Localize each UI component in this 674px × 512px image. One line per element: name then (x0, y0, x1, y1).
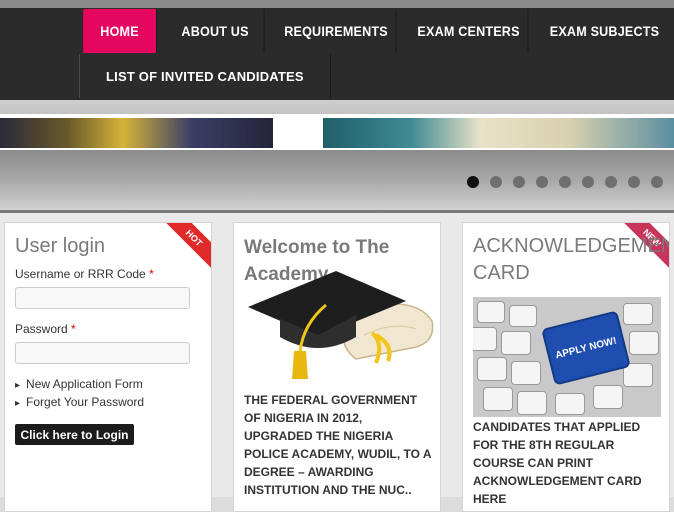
hot-badge: HOT (162, 223, 211, 270)
slider-dot[interactable] (651, 176, 663, 188)
username-input[interactable] (15, 287, 190, 309)
login-title: User login (15, 235, 106, 257)
nav-home[interactable]: HOME (83, 9, 157, 53)
username-label: Username or RRR Code * (15, 267, 154, 281)
slider-pagination (467, 176, 663, 188)
welcome-panel: Welcome to The Academy THE FEDERAL GOVER… (233, 222, 441, 512)
slider-image-left (0, 118, 273, 148)
new-application-link[interactable]: New Application Form (15, 377, 143, 391)
slider-dot[interactable] (582, 176, 594, 188)
slider-dot[interactable] (559, 176, 571, 188)
password-label: Password * (15, 322, 76, 336)
nav-list-of-invited-candidates[interactable]: LIST OF INVITED CANDIDATES (79, 54, 331, 98)
welcome-text: THE FEDERAL GOVERNMENT OF NIGERIA IN 201… (244, 393, 432, 497)
nav-about-us[interactable]: ABOUT US (166, 9, 265, 53)
slider-dot[interactable] (513, 176, 525, 188)
acknowledgement-text: CANDIDATES THAT APPLIED FOR THE 8TH REGU… (473, 420, 642, 506)
slider-dot[interactable] (628, 176, 640, 188)
nav-exam-subjects[interactable]: EXAM SUBJECTS (542, 9, 667, 53)
slider-dot[interactable] (490, 176, 502, 188)
graduation-cap-image (248, 271, 434, 379)
login-panel: HOT User login Username or RRR Code * Pa… (4, 222, 212, 512)
slider-dot[interactable] (605, 176, 617, 188)
login-button[interactable]: Click here to Login (15, 424, 134, 445)
slider-dot[interactable] (467, 176, 479, 188)
secondary-menu-row: LIST OF INVITED CANDIDATES (79, 54, 331, 98)
apply-now-key: APPLY NOW! (541, 310, 631, 386)
forget-password-link[interactable]: Forget Your Password (15, 395, 144, 409)
nav-requirements[interactable]: REQUIREMENTS (277, 9, 397, 53)
password-input[interactable] (15, 342, 190, 364)
nav-exam-centers[interactable]: EXAM CENTERS (410, 9, 529, 53)
acknowledgement-panel: NEW ACKNOWLEDGEMENT CARD APPLY NOW! CAND… (462, 222, 670, 512)
acknowledgement-title: ACKNOWLEDGEMENT CARD (473, 235, 670, 284)
keyboard-image: APPLY NOW! (473, 297, 661, 417)
slider-dot[interactable] (536, 176, 548, 188)
slider-image-right (323, 118, 674, 148)
main-menu-row: HOME ABOUT US REQUIREMENTS EXAM CENTERS … (79, 9, 674, 53)
